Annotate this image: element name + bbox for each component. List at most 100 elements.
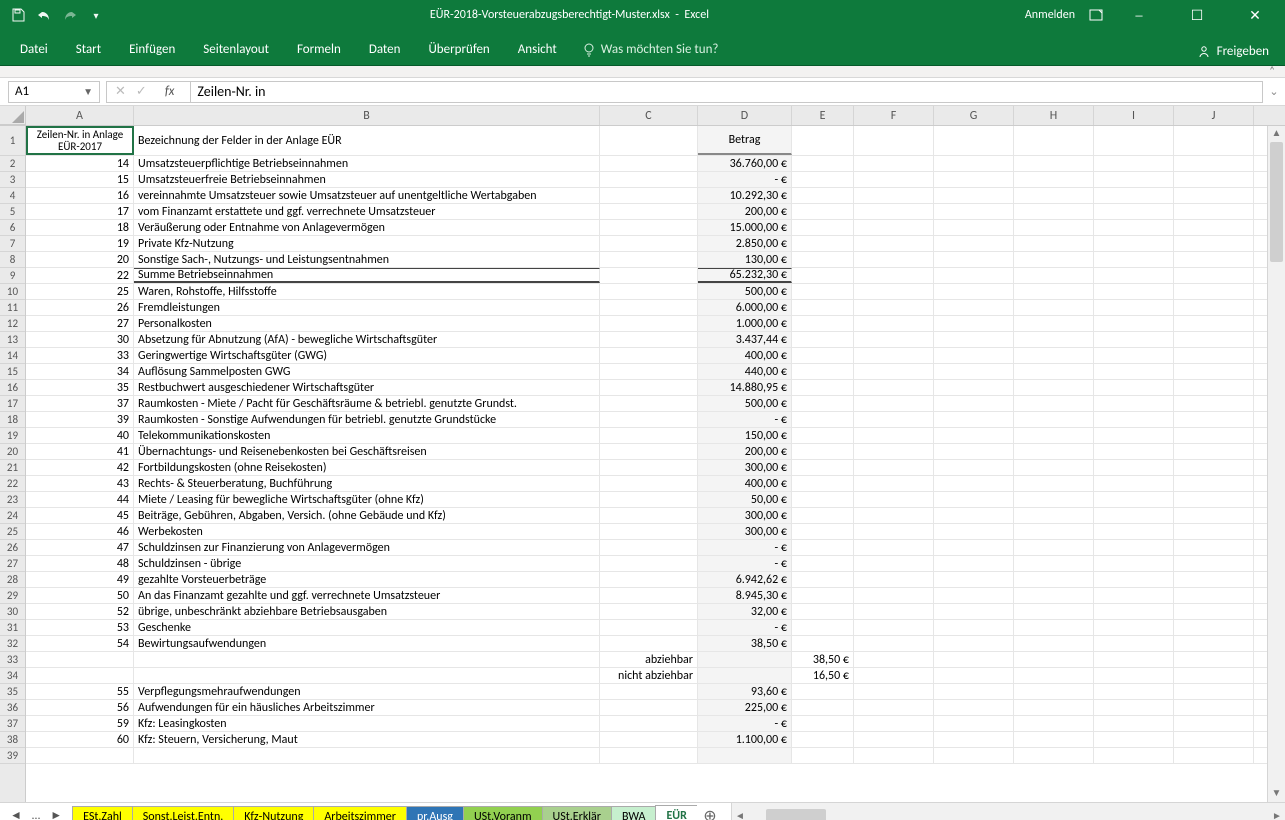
cell[interactable]	[1094, 716, 1174, 731]
cell[interactable]	[1174, 316, 1254, 331]
cell[interactable]	[1014, 126, 1094, 155]
scroll-up-icon[interactable]: ▲	[1268, 126, 1285, 142]
cell[interactable]	[600, 748, 698, 763]
cell[interactable]: 18	[26, 220, 134, 235]
cell[interactable]	[1174, 508, 1254, 523]
cell[interactable]	[1094, 524, 1174, 539]
cell[interactable]	[934, 492, 1014, 507]
cell[interactable]	[792, 156, 854, 171]
cell[interactable]	[792, 476, 854, 491]
cell[interactable]	[1014, 380, 1094, 395]
cell[interactable]	[934, 126, 1014, 155]
cell[interactable]: 17	[26, 204, 134, 219]
share-button[interactable]: Freigeben	[1187, 44, 1279, 65]
cell[interactable]: Übernachtungs- und Reisenebenkosten bei …	[134, 444, 600, 459]
cell[interactable]	[26, 748, 134, 763]
cell[interactable]	[1174, 252, 1254, 267]
cell[interactable]	[934, 524, 1014, 539]
cell[interactable]	[698, 748, 792, 763]
cell[interactable]	[854, 444, 934, 459]
cell[interactable]	[1014, 652, 1094, 667]
row-header[interactable]: 15	[0, 364, 25, 380]
row-header[interactable]: 30	[0, 604, 25, 620]
cell[interactable]	[600, 460, 698, 475]
cell[interactable]: Telekommunikationskosten	[134, 428, 600, 443]
cell[interactable]	[792, 364, 854, 379]
cell[interactable]	[1174, 636, 1254, 651]
cell[interactable]: 130,00 €	[698, 252, 792, 267]
cell[interactable]	[1014, 316, 1094, 331]
cell[interactable]	[854, 380, 934, 395]
cell[interactable]	[854, 540, 934, 555]
cell[interactable]	[1174, 380, 1254, 395]
cell[interactable]	[792, 636, 854, 651]
cell[interactable]	[792, 684, 854, 699]
cell[interactable]	[854, 252, 934, 267]
cell[interactable]	[854, 204, 934, 219]
cell[interactable]	[854, 156, 934, 171]
cell[interactable]	[854, 636, 934, 651]
cell[interactable]	[854, 492, 934, 507]
cell[interactable]	[1094, 700, 1174, 715]
cell[interactable]	[792, 332, 854, 347]
row-header[interactable]: 33	[0, 652, 25, 668]
cell[interactable]	[792, 524, 854, 539]
cell[interactable]: Beiträge, Gebühren, Abgaben, Versich. (o…	[134, 508, 600, 523]
cell[interactable]: Geringwertige Wirtschaftsgüter (GWG)	[134, 348, 600, 363]
cell[interactable]: Geschenke	[134, 620, 600, 635]
cell[interactable]	[1174, 220, 1254, 235]
cell[interactable]	[854, 348, 934, 363]
cell[interactable]	[854, 188, 934, 203]
cell[interactable]: - €	[698, 540, 792, 555]
cell[interactable]	[1094, 620, 1174, 635]
cell[interactable]: 37	[26, 396, 134, 411]
ribbon-tab-datei[interactable]: Datei	[6, 34, 62, 65]
cell[interactable]: - €	[698, 556, 792, 571]
cell[interactable]: 26	[26, 300, 134, 315]
cell[interactable]	[1094, 748, 1174, 763]
cell[interactable]	[934, 716, 1014, 731]
column-header-H[interactable]: H	[1014, 106, 1094, 125]
column-header-C[interactable]: C	[600, 106, 698, 125]
cell[interactable]	[792, 348, 854, 363]
row-header[interactable]: 3	[0, 172, 25, 188]
cell[interactable]	[854, 572, 934, 587]
cell[interactable]	[1014, 636, 1094, 651]
cell[interactable]	[934, 172, 1014, 187]
cell[interactable]: Sonstige Sach-, Nutzungs- und Leistungse…	[134, 252, 600, 267]
cell[interactable]: 40	[26, 428, 134, 443]
cell[interactable]	[854, 476, 934, 491]
cell[interactable]: 93,60 €	[698, 684, 792, 699]
cell[interactable]	[1014, 412, 1094, 427]
row-header[interactable]: 25	[0, 524, 25, 540]
cell[interactable]: 43	[26, 476, 134, 491]
cell[interactable]	[1094, 636, 1174, 651]
cell[interactable]	[600, 126, 698, 155]
cell[interactable]: Aufwendungen für ein häusliches Arbeitsz…	[134, 700, 600, 715]
cell[interactable]	[1174, 204, 1254, 219]
row-header[interactable]: 2	[0, 156, 25, 172]
cell[interactable]	[1174, 684, 1254, 699]
cell[interactable]	[934, 396, 1014, 411]
row-header[interactable]: 19	[0, 428, 25, 444]
cell[interactable]	[600, 156, 698, 171]
cell[interactable]	[934, 300, 1014, 315]
row-header[interactable]: 39	[0, 748, 25, 764]
cell[interactable]	[1014, 252, 1094, 267]
cell[interactable]	[600, 540, 698, 555]
undo-icon[interactable]	[36, 7, 52, 23]
cell[interactable]	[792, 620, 854, 635]
cell[interactable]: 38,50 €	[698, 636, 792, 651]
collapse-ribbon-icon[interactable]: ˄	[1269, 64, 1275, 77]
cell[interactable]	[934, 380, 1014, 395]
cell[interactable]: Kfz: Leasingkosten	[134, 716, 600, 731]
cell[interactable]	[1174, 732, 1254, 747]
cell[interactable]: abziehbar	[600, 652, 698, 667]
cell[interactable]	[600, 284, 698, 299]
cell[interactable]	[934, 572, 1014, 587]
cell[interactable]: 14	[26, 156, 134, 171]
cell[interactable]: vereinnahmte Umsatzsteuer sowie Umsatzst…	[134, 188, 600, 203]
cell[interactable]: Raumkosten - Miete / Pacht für Geschäfts…	[134, 396, 600, 411]
cell[interactable]	[698, 652, 792, 667]
cell[interactable]	[792, 188, 854, 203]
